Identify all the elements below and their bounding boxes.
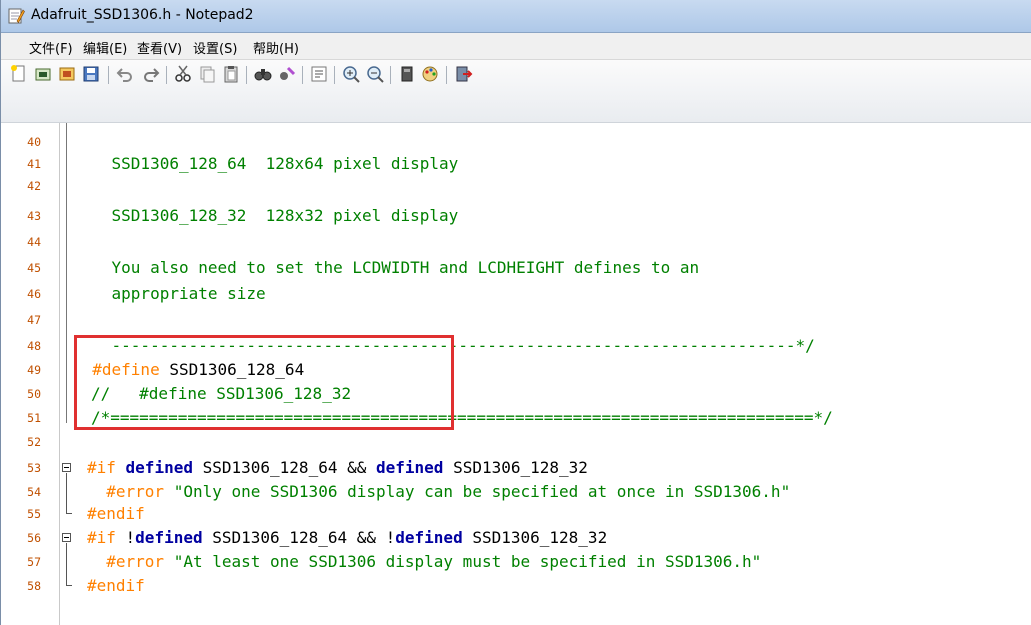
code-text: #endif (87, 504, 145, 523)
menu-bar: 文件(F) 编辑(E) 查看(V) 设置(S) 帮助(H) (1, 33, 1031, 60)
menu-view[interactable]: 查看(V) (137, 38, 182, 57)
paste-icon[interactable] (221, 64, 241, 84)
line-number: 46 (27, 287, 41, 301)
fold-line (66, 123, 67, 423)
zoom-in-icon[interactable] (341, 64, 361, 84)
line-number: 41 (27, 157, 41, 171)
line-number: 50 (27, 387, 41, 401)
toolbar-separator (302, 66, 303, 84)
line-number: 58 (27, 579, 41, 593)
line-number: 40 (27, 135, 41, 149)
line-number: 47 (27, 313, 41, 327)
line-number: 55 (27, 507, 41, 521)
toolbar-separator (390, 66, 391, 84)
toolbar-separator (166, 66, 167, 84)
window-title: Adafruit_SSD1306.h - Notepad2 (31, 7, 254, 23)
redo-icon[interactable] (141, 64, 161, 84)
code-line: 44 (1, 231, 1031, 253)
line-number: 57 (27, 555, 41, 569)
customize-scheme-icon[interactable] (421, 64, 441, 84)
line-number: 42 (27, 179, 41, 193)
code-text: #error "Only one SSD1306 display can be … (87, 482, 791, 501)
code-text: #error "At least one SSD1306 display mus… (87, 552, 762, 571)
line-number: 48 (27, 339, 41, 353)
open-file-icon[interactable] (33, 64, 53, 84)
toolbar-separator (108, 66, 109, 84)
toolbar-separator (334, 66, 335, 84)
find-icon[interactable] (253, 64, 273, 84)
code-line: 46 appropriate size (1, 283, 1031, 305)
line-number: 45 (27, 261, 41, 275)
code-line: 45 You also need to set the LCDWIDTH and… (1, 257, 1031, 279)
fold-toggle[interactable] (62, 463, 71, 472)
fold-line (66, 543, 67, 585)
code-line: 53 #if defined SSD1306_128_64 && defined… (1, 457, 1031, 479)
code-text: #if defined SSD1306_128_64 && defined SS… (87, 458, 588, 477)
line-number: 56 (27, 531, 41, 545)
menu-file[interactable]: 文件(F) (29, 38, 73, 57)
code-line: 43 SSD1306_128_32 128x32 pixel display (1, 205, 1031, 227)
menu-help[interactable]: 帮助(H) (253, 38, 299, 57)
fold-end (66, 513, 72, 514)
code-line: 57 #error "At least one SSD1306 display … (1, 551, 1031, 573)
replace-icon[interactable] (277, 64, 297, 84)
code-text: #if !defined SSD1306_128_64 && !defined … (87, 528, 608, 547)
fold-end (66, 585, 72, 586)
scheme-icon[interactable] (397, 64, 417, 84)
annotation-highlight-box (74, 335, 454, 430)
code-line: 54 #error "Only one SSD1306 display can … (1, 481, 1031, 503)
code-text: appropriate size (73, 284, 266, 303)
toolbar-separator (446, 66, 447, 84)
new-file-icon[interactable] (9, 64, 29, 84)
code-text: SSD1306_128_32 128x32 pixel display (73, 206, 459, 225)
title-bar[interactable]: Adafruit_SSD1306.h - Notepad2 (1, 0, 1031, 33)
code-line: 58 #endif (1, 575, 1031, 597)
exit-icon[interactable] (453, 64, 473, 84)
notepad-icon (8, 8, 25, 24)
line-number: 49 (27, 363, 41, 377)
code-line: 40 (1, 131, 1031, 153)
code-line: 41 SSD1306_128_64 128x64 pixel display (1, 153, 1031, 175)
code-line: 56 #if !defined SSD1306_128_64 && !defin… (1, 527, 1031, 549)
code-line: 55 #endif (1, 503, 1031, 525)
menu-settings[interactable]: 设置(S) (193, 38, 237, 57)
code-line: 42 (1, 175, 1031, 197)
line-number: 43 (27, 209, 41, 223)
browse-icon[interactable] (57, 64, 77, 84)
code-line: 52 (1, 431, 1031, 453)
code-text: You also need to set the LCDWIDTH and LC… (73, 258, 700, 277)
toolbar (1, 60, 1031, 123)
cut-icon[interactable] (173, 64, 193, 84)
notepad2-window: Adafruit_SSD1306.h - Notepad2 文件(F) 编辑(E… (0, 0, 1031, 625)
fold-line (66, 473, 67, 513)
zoom-out-icon[interactable] (365, 64, 385, 84)
line-number: 51 (27, 411, 41, 425)
menu-edit[interactable]: 编辑(E) (83, 38, 127, 57)
code-text: SSD1306_128_64 128x64 pixel display (73, 154, 459, 173)
copy-icon[interactable] (197, 64, 217, 84)
save-icon[interactable] (81, 64, 101, 84)
code-line: 47 (1, 309, 1031, 331)
line-number: 44 (27, 235, 41, 249)
line-number: 53 (27, 461, 41, 475)
word-wrap-icon[interactable] (309, 64, 329, 84)
undo-icon[interactable] (115, 64, 135, 84)
line-number: 54 (27, 485, 41, 499)
code-text: #endif (87, 576, 145, 595)
fold-toggle[interactable] (62, 533, 71, 542)
toolbar-separator (246, 66, 247, 84)
line-number: 52 (27, 435, 41, 449)
